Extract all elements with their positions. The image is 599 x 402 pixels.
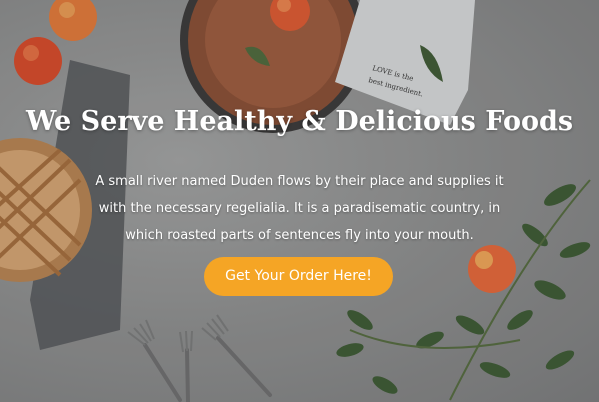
hero-description-line: with the necessary regelialia. It is a p…: [98, 201, 501, 216]
hero-description-line: which roasted parts of sentences fly int…: [125, 228, 474, 243]
hero-section: LOVE is the best ingredient. We Serve He…: [0, 0, 599, 402]
order-button[interactable]: Get Your Order Here!: [204, 257, 393, 296]
hero-title: We Serve Healthy & Delicious Foods: [25, 106, 574, 137]
hero-description: A small river named Duden flows by their…: [55, 168, 544, 249]
hero-content: We Serve Healthy & Delicious Foods A sma…: [0, 0, 599, 402]
hero-description-line: A small river named Duden flows by their…: [95, 174, 504, 189]
